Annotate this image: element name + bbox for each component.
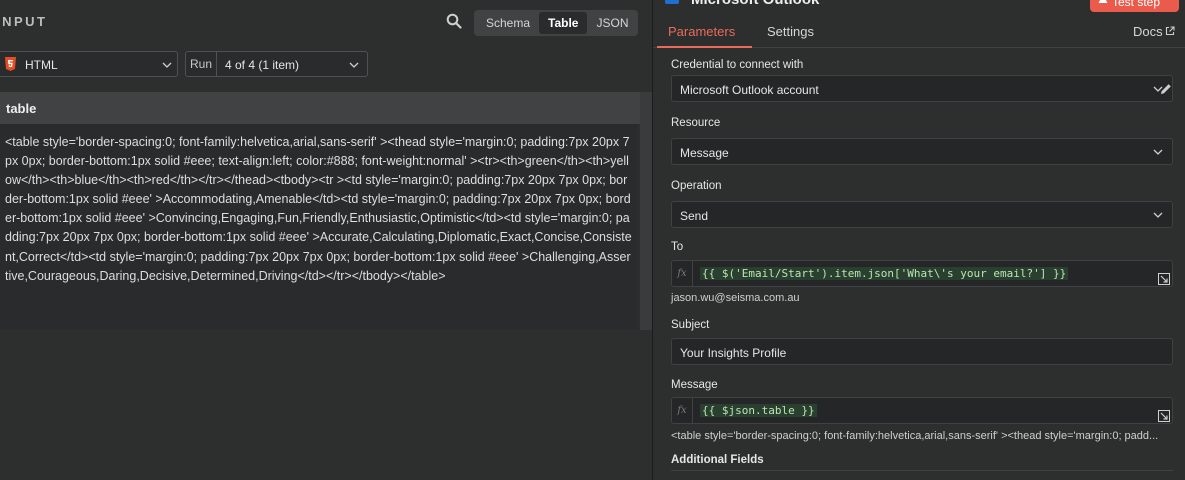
- additional-fields-label[interactable]: Additional Fields: [671, 454, 764, 466]
- fx-icon: fx: [672, 261, 693, 286]
- tab-parameters[interactable]: Parameters: [668, 24, 735, 39]
- operation-label: Operation: [671, 180, 722, 192]
- to-expression-field[interactable]: fx {{ $('Email/Start').item.json['What\'…: [671, 260, 1173, 287]
- external-link-icon[interactable]: [1165, 26, 1175, 36]
- chevron-down-icon: [1153, 149, 1163, 155]
- expand-icon[interactable]: [1158, 410, 1170, 422]
- to-resolved-value: jason.wu@seisma.com.au: [671, 292, 800, 304]
- node-panel: Microsoft Outlook Test step Parameters S…: [653, 0, 1185, 480]
- operation-select[interactable]: Send: [671, 201, 1173, 228]
- test-step-label: Test step: [1112, 0, 1161, 9]
- pencil-icon[interactable]: [1159, 82, 1173, 96]
- flask-icon: [1098, 0, 1108, 3]
- view-table-button[interactable]: Table: [539, 12, 588, 34]
- to-expression: {{ $('Email/Start').item.json['What\'s y…: [700, 267, 1069, 280]
- test-step-button[interactable]: Test step: [1090, 0, 1179, 12]
- docs-link[interactable]: Docs: [1133, 24, 1163, 39]
- chevron-down-icon: [162, 62, 172, 68]
- section-divider: [671, 470, 1173, 471]
- chevron-down-icon: [349, 62, 359, 68]
- credential-select-value: Microsoft Outlook account: [680, 83, 819, 97]
- view-json-button[interactable]: JSON: [587, 12, 637, 34]
- run-select-value: 4 of 4 (1 item): [225, 58, 300, 72]
- message-resolved-value: <table style='border-spacing:0; font-fam…: [671, 430, 1159, 442]
- tab-settings[interactable]: Settings: [767, 24, 814, 39]
- credential-select[interactable]: Microsoft Outlook account: [671, 75, 1173, 102]
- table-column-header: table: [0, 92, 652, 124]
- resource-label: Resource: [671, 117, 721, 129]
- html5-icon: [5, 57, 16, 71]
- chevron-down-icon: [1153, 212, 1163, 218]
- fx-icon: fx: [672, 398, 693, 423]
- input-panel-title: INPUT: [0, 14, 48, 29]
- to-label: To: [671, 241, 684, 253]
- message-expression: {{ $json.table }}: [700, 404, 817, 417]
- table-scrollbar[interactable]: [640, 92, 652, 330]
- subject-input[interactable]: Your Insights Profile: [671, 338, 1173, 365]
- subject-label: Subject: [671, 319, 710, 331]
- resource-select[interactable]: Message: [671, 138, 1173, 165]
- resource-select-value: Message: [680, 146, 729, 160]
- expand-icon[interactable]: [1158, 273, 1170, 285]
- operation-select-value: Send: [680, 209, 709, 223]
- input-node-select[interactable]: HTML: [0, 51, 178, 77]
- table-column-header-label: table: [6, 101, 37, 116]
- node-tabs: Parameters Settings Docs: [653, 18, 1185, 48]
- input-panel: INPUT Schema Table JSON HTML Run 4 of 4 …: [0, 0, 652, 480]
- outlook-icon: [665, 0, 679, 4]
- input-node-select-value: HTML: [25, 58, 58, 72]
- table-cell[interactable]: <table style='border-spacing:0; font-fam…: [0, 124, 638, 329]
- search-icon[interactable]: [446, 13, 462, 29]
- view-schema-button[interactable]: Schema: [477, 12, 539, 34]
- input-panel-empty-area: [0, 330, 652, 480]
- node-title: Microsoft Outlook: [691, 0, 819, 8]
- credential-label: Credential to connect with: [671, 59, 804, 71]
- subject-input-value: Your Insights Profile: [680, 346, 787, 360]
- message-expression-field[interactable]: fx {{ $json.table }}: [671, 397, 1173, 424]
- parameters-form: Credential to connect with Microsoft Out…: [653, 49, 1185, 480]
- active-tab-underline: [657, 46, 752, 48]
- run-select-label: Run: [186, 52, 217, 76]
- message-label: Message: [671, 379, 718, 391]
- run-select[interactable]: Run 4 of 4 (1 item): [185, 51, 368, 77]
- view-mode-toggle: Schema Table JSON: [474, 10, 638, 36]
- input-panel-header: INPUT Schema Table JSON: [0, 0, 652, 44]
